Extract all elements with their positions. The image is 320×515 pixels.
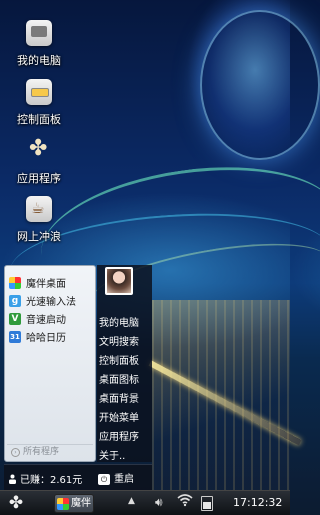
wallpaper-city — [152, 300, 290, 490]
clover-icon[interactable]: ✤ — [6, 492, 26, 514]
apps-icon — [26, 136, 52, 164]
start-menu-item-calendar[interactable]: 31 哈哈日历 — [5, 328, 95, 345]
battery-icon[interactable] — [201, 496, 213, 511]
quick-launch-icon: V — [9, 312, 21, 325]
restart-label: 重启 — [114, 474, 134, 485]
all-programs-button[interactable]: › 所有程序 — [7, 444, 93, 459]
start-link-apps[interactable]: 应用程序 — [99, 428, 151, 443]
start-menu-item-label: 音速启动 — [26, 315, 66, 326]
desktop-icon-label: 应用程序 — [17, 172, 61, 185]
desktop-icon-my-computer[interactable]: 我的电脑 — [8, 20, 70, 68]
all-programs-label: 所有程序 — [23, 447, 60, 457]
start-menu-item-mobanzhuomian[interactable]: 魔伴桌面 — [5, 274, 95, 291]
wallpaper-orb — [200, 10, 320, 160]
start-menu-pinned-panel: 魔伴桌面 g 光速输入法 V 音速启动 31 哈哈日历 › 所有程序 — [4, 265, 96, 462]
person-icon — [9, 474, 16, 484]
wifi-icon[interactable] — [177, 493, 193, 511]
taskbar: ✤ 魔伴 ▲ 🔊︎ 17:12:32 — [0, 490, 290, 515]
taskbar-app-label: 魔伴 — [71, 498, 91, 509]
restart-button[interactable]: ⏻ 重启 — [98, 470, 134, 485]
start-menu-item-quick-launch[interactable]: V 音速启动 — [5, 310, 95, 327]
earnings-display: 已赚：2.61元 — [8, 471, 82, 486]
start-menu: 魔伴桌面 g 光速输入法 V 音速启动 31 哈哈日历 › 所有程序 我的电脑 文… — [4, 265, 152, 490]
desktop-icon-web[interactable]: 网上冲浪 — [8, 196, 70, 244]
start-link-control-panel[interactable]: 控制面板 — [99, 352, 151, 367]
start-link-desktop-icons[interactable]: 桌面图标 — [99, 371, 151, 386]
control-panel-icon — [26, 79, 52, 105]
power-icon: ⏻ — [98, 474, 110, 485]
earnings-label: 已赚：2.61元 — [20, 475, 83, 486]
web-icon — [26, 196, 52, 222]
taskbar-clock[interactable]: 17:12:32 — [233, 496, 282, 509]
tray-expand-icon[interactable]: ▲ — [128, 496, 135, 506]
computer-icon — [26, 20, 52, 46]
start-link-desktop-background[interactable]: 桌面背景 — [99, 390, 151, 405]
arrow-right-icon: › — [11, 448, 20, 457]
user-avatar[interactable] — [105, 267, 133, 295]
desktop-icon-control-panel[interactable]: 控制面板 — [8, 79, 70, 127]
desktop-icon-label: 我的电脑 — [17, 54, 61, 67]
start-menu-item-label: 魔伴桌面 — [26, 279, 66, 290]
start-menu-item-input-method[interactable]: g 光速输入法 — [5, 292, 95, 309]
start-link-about[interactable]: 关于.. — [99, 447, 151, 462]
start-link-search[interactable]: 文明搜索 — [99, 333, 151, 348]
desktop-icon-label: 控制面板 — [17, 113, 61, 126]
volume-icon[interactable]: 🔊︎ — [155, 495, 163, 510]
start-link-start-menu[interactable]: 开始菜单 — [99, 409, 151, 424]
start-link-my-computer[interactable]: 我的电脑 — [99, 314, 151, 329]
desktop-icon-label: 网上冲浪 — [17, 230, 61, 243]
start-menu-footer: 已赚：2.61元 ⏻ 重启 — [4, 464, 152, 490]
calendar-icon: 31 — [9, 330, 21, 343]
taskbar-app-button[interactable]: 魔伴 — [54, 494, 94, 513]
input-method-icon: g — [9, 294, 21, 307]
start-menu-links-panel: 我的电脑 文明搜索 控制面板 桌面图标 桌面背景 开始菜单 应用程序 关于.. — [97, 265, 152, 462]
start-menu-item-label: 光速输入法 — [26, 297, 76, 308]
mobanzhuomian-icon — [57, 498, 69, 510]
mobanzhuomian-icon — [9, 276, 21, 289]
desktop-icon-apps[interactable]: 应用程序 — [8, 136, 70, 186]
start-menu-item-label: 哈哈日历 — [26, 333, 66, 344]
